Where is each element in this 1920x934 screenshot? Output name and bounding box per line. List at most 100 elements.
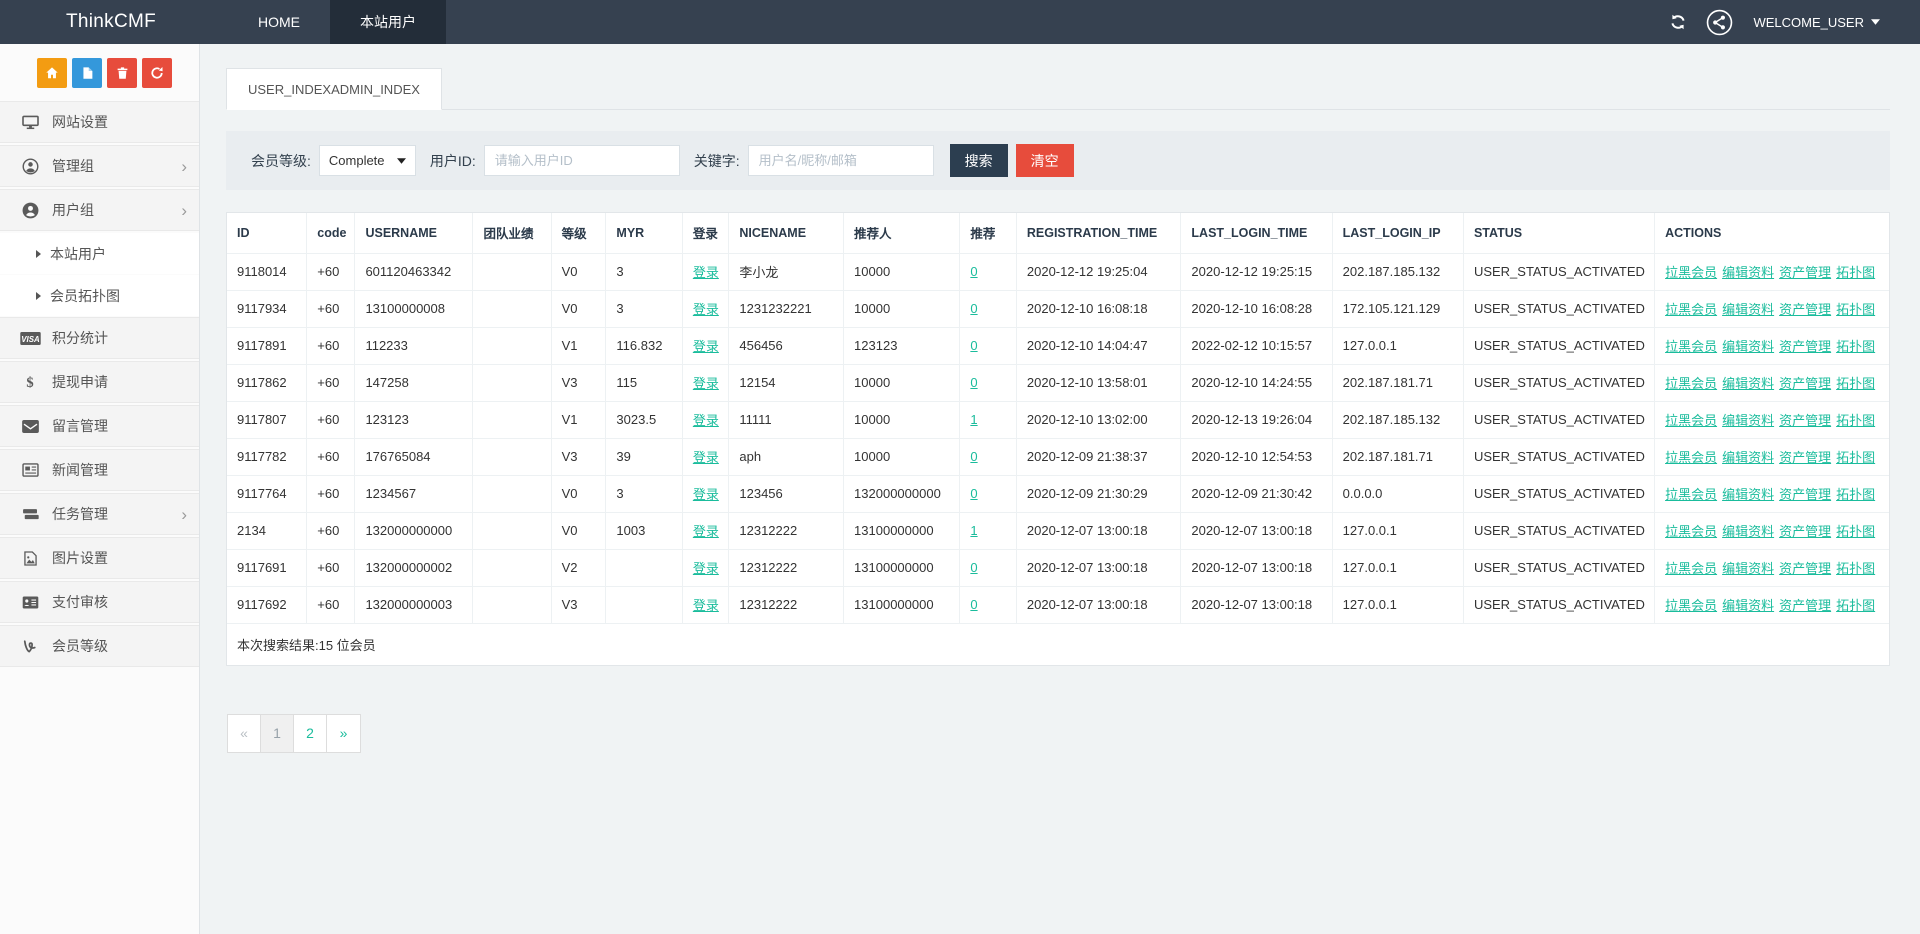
user-group-icon xyxy=(17,202,43,219)
blacklist-member-link[interactable]: 拉黑会员 xyxy=(1665,339,1717,354)
nav-item-home-tab[interactable]: HOME xyxy=(228,0,330,44)
asset-management-link[interactable]: 资产管理 xyxy=(1779,561,1831,576)
envelope-icon xyxy=(17,419,43,433)
sidebar-item-withdrawal-request[interactable]: $ 提现申请 xyxy=(0,361,199,403)
referral-count-link[interactable]: 0 xyxy=(970,375,977,390)
login-link[interactable]: 登录 xyxy=(693,339,719,354)
asset-management-link[interactable]: 资产管理 xyxy=(1779,598,1831,613)
recycle-button[interactable] xyxy=(142,58,172,88)
cell-registration-time: 2020-12-10 14:04:47 xyxy=(1015,326,1182,365)
sidebar-item-message-management[interactable]: 留言管理 xyxy=(0,405,199,447)
topology-link[interactable]: 拓扑图 xyxy=(1836,302,1875,317)
clear-button[interactable]: 清空 xyxy=(1015,144,1074,177)
edit-profile-link[interactable]: 编辑资料 xyxy=(1722,524,1774,539)
edit-profile-link[interactable]: 编辑资料 xyxy=(1722,561,1774,576)
asset-management-link[interactable]: 资产管理 xyxy=(1779,339,1831,354)
nav-menu: HOME 本站用户 xyxy=(228,0,446,44)
brand-logo[interactable]: ThinkCMF xyxy=(0,0,200,44)
referral-count-link[interactable]: 0 xyxy=(970,301,977,316)
edit-profile-link[interactable]: 编辑资料 xyxy=(1722,450,1774,465)
asset-management-link[interactable]: 资产管理 xyxy=(1779,302,1831,317)
topology-link[interactable]: 拓扑图 xyxy=(1836,487,1875,502)
avatar[interactable] xyxy=(1706,9,1733,36)
keyword-input[interactable] xyxy=(747,145,934,176)
topology-link[interactable]: 拓扑图 xyxy=(1836,598,1875,613)
search-button[interactable]: 搜索 xyxy=(949,144,1008,177)
login-link[interactable]: 登录 xyxy=(693,561,719,576)
page-next[interactable]: » xyxy=(327,715,360,752)
login-link[interactable]: 登录 xyxy=(693,413,719,428)
sidebar-item-site-settings[interactable]: 网站设置 xyxy=(0,101,199,143)
asset-management-link[interactable]: 资产管理 xyxy=(1779,524,1831,539)
edit-profile-link[interactable]: 编辑资料 xyxy=(1722,302,1774,317)
topology-link[interactable]: 拓扑图 xyxy=(1836,376,1875,391)
referral-count-link[interactable]: 0 xyxy=(970,597,977,612)
asset-management-link[interactable]: 资产管理 xyxy=(1779,450,1831,465)
sidebar-item-user-group[interactable]: 用户组 › xyxy=(0,189,199,231)
sidebar-item-member-level[interactable]: 会员等级 xyxy=(0,625,199,667)
sidebar-item-image-settings[interactable]: 图片设置 xyxy=(0,537,199,579)
login-link[interactable]: 登录 xyxy=(693,487,719,502)
sidebar-subitem-member-topology[interactable]: 会员拓扑图 xyxy=(0,275,199,316)
login-link[interactable]: 登录 xyxy=(693,376,719,391)
sidebar-item-points-statistics[interactable]: VISA 积分统计 xyxy=(0,317,199,359)
blacklist-member-link[interactable]: 拉黑会员 xyxy=(1665,450,1717,465)
topology-link[interactable]: 拓扑图 xyxy=(1836,450,1875,465)
asset-management-link[interactable]: 资产管理 xyxy=(1779,376,1831,391)
topology-link[interactable]: 拓扑图 xyxy=(1836,413,1875,428)
refresh-icon[interactable] xyxy=(1670,14,1686,30)
topology-link[interactable]: 拓扑图 xyxy=(1836,561,1875,576)
sidebar-item-task-management[interactable]: 任务管理 › xyxy=(0,493,199,535)
trash-button[interactable] xyxy=(107,58,137,88)
login-link[interactable]: 登录 xyxy=(693,302,719,317)
referral-count-link[interactable]: 0 xyxy=(970,560,977,575)
edit-profile-link[interactable]: 编辑资料 xyxy=(1722,413,1774,428)
referral-count-link[interactable]: 0 xyxy=(970,486,977,501)
sidebar-item-admin-group[interactable]: 管理组 › xyxy=(0,145,199,187)
page-2[interactable]: 2 xyxy=(294,714,327,752)
sidebar-item-news-management[interactable]: 新闻管理 xyxy=(0,449,199,491)
referral-count-link[interactable]: 1 xyxy=(970,412,977,427)
home-button[interactable] xyxy=(37,58,67,88)
login-link[interactable]: 登录 xyxy=(693,450,719,465)
userid-input[interactable] xyxy=(483,145,680,176)
referral-count-link[interactable]: 0 xyxy=(970,338,977,353)
user-dropdown[interactable]: WELCOME_USER xyxy=(1753,15,1880,30)
page-1[interactable]: 1 xyxy=(261,714,294,752)
edit-profile-link[interactable]: 编辑资料 xyxy=(1722,339,1774,354)
nav-item-site-users-tab[interactable]: 本站用户 xyxy=(330,0,446,44)
referral-count-link[interactable]: 0 xyxy=(970,264,977,279)
edit-profile-link[interactable]: 编辑资料 xyxy=(1722,376,1774,391)
asset-management-link[interactable]: 资产管理 xyxy=(1779,265,1831,280)
topology-link[interactable]: 拓扑图 xyxy=(1836,265,1875,280)
login-link[interactable]: 登录 xyxy=(693,598,719,613)
column-header: USERNAME xyxy=(354,213,474,254)
asset-management-link[interactable]: 资产管理 xyxy=(1779,487,1831,502)
edit-profile-link[interactable]: 编辑资料 xyxy=(1722,487,1774,502)
login-link[interactable]: 登录 xyxy=(693,265,719,280)
blacklist-member-link[interactable]: 拉黑会员 xyxy=(1665,598,1717,613)
sidebar-item-payment-review[interactable]: 支付审核 xyxy=(0,581,199,623)
blacklist-member-link[interactable]: 拉黑会员 xyxy=(1665,302,1717,317)
blacklist-member-link[interactable]: 拉黑会员 xyxy=(1665,265,1717,280)
login-link[interactable]: 登录 xyxy=(693,524,719,539)
edit-profile-link[interactable]: 编辑资料 xyxy=(1722,265,1774,280)
page-prev[interactable]: « xyxy=(228,714,261,752)
cell-referrer: 10000 xyxy=(843,252,961,291)
blacklist-member-link[interactable]: 拉黑会员 xyxy=(1665,376,1717,391)
asset-management-link[interactable]: 资产管理 xyxy=(1779,413,1831,428)
sidebar-subitem-site-users[interactable]: 本站用户 xyxy=(0,233,199,274)
file-button[interactable] xyxy=(72,58,102,88)
edit-profile-link[interactable]: 编辑资料 xyxy=(1722,598,1774,613)
referral-count-link-cell: 0 xyxy=(959,585,1017,624)
tab-user-indexadmin-index[interactable]: USER_INDEXADMIN_INDEX xyxy=(226,68,442,110)
blacklist-member-link[interactable]: 拉黑会员 xyxy=(1665,561,1717,576)
member-level-select[interactable]: Complete xyxy=(318,145,416,176)
referral-count-link[interactable]: 0 xyxy=(970,449,977,464)
referral-count-link[interactable]: 1 xyxy=(970,523,977,538)
topology-link[interactable]: 拓扑图 xyxy=(1836,339,1875,354)
topology-link[interactable]: 拓扑图 xyxy=(1836,524,1875,539)
blacklist-member-link[interactable]: 拉黑会员 xyxy=(1665,524,1717,539)
blacklist-member-link[interactable]: 拉黑会员 xyxy=(1665,413,1717,428)
blacklist-member-link[interactable]: 拉黑会员 xyxy=(1665,487,1717,502)
